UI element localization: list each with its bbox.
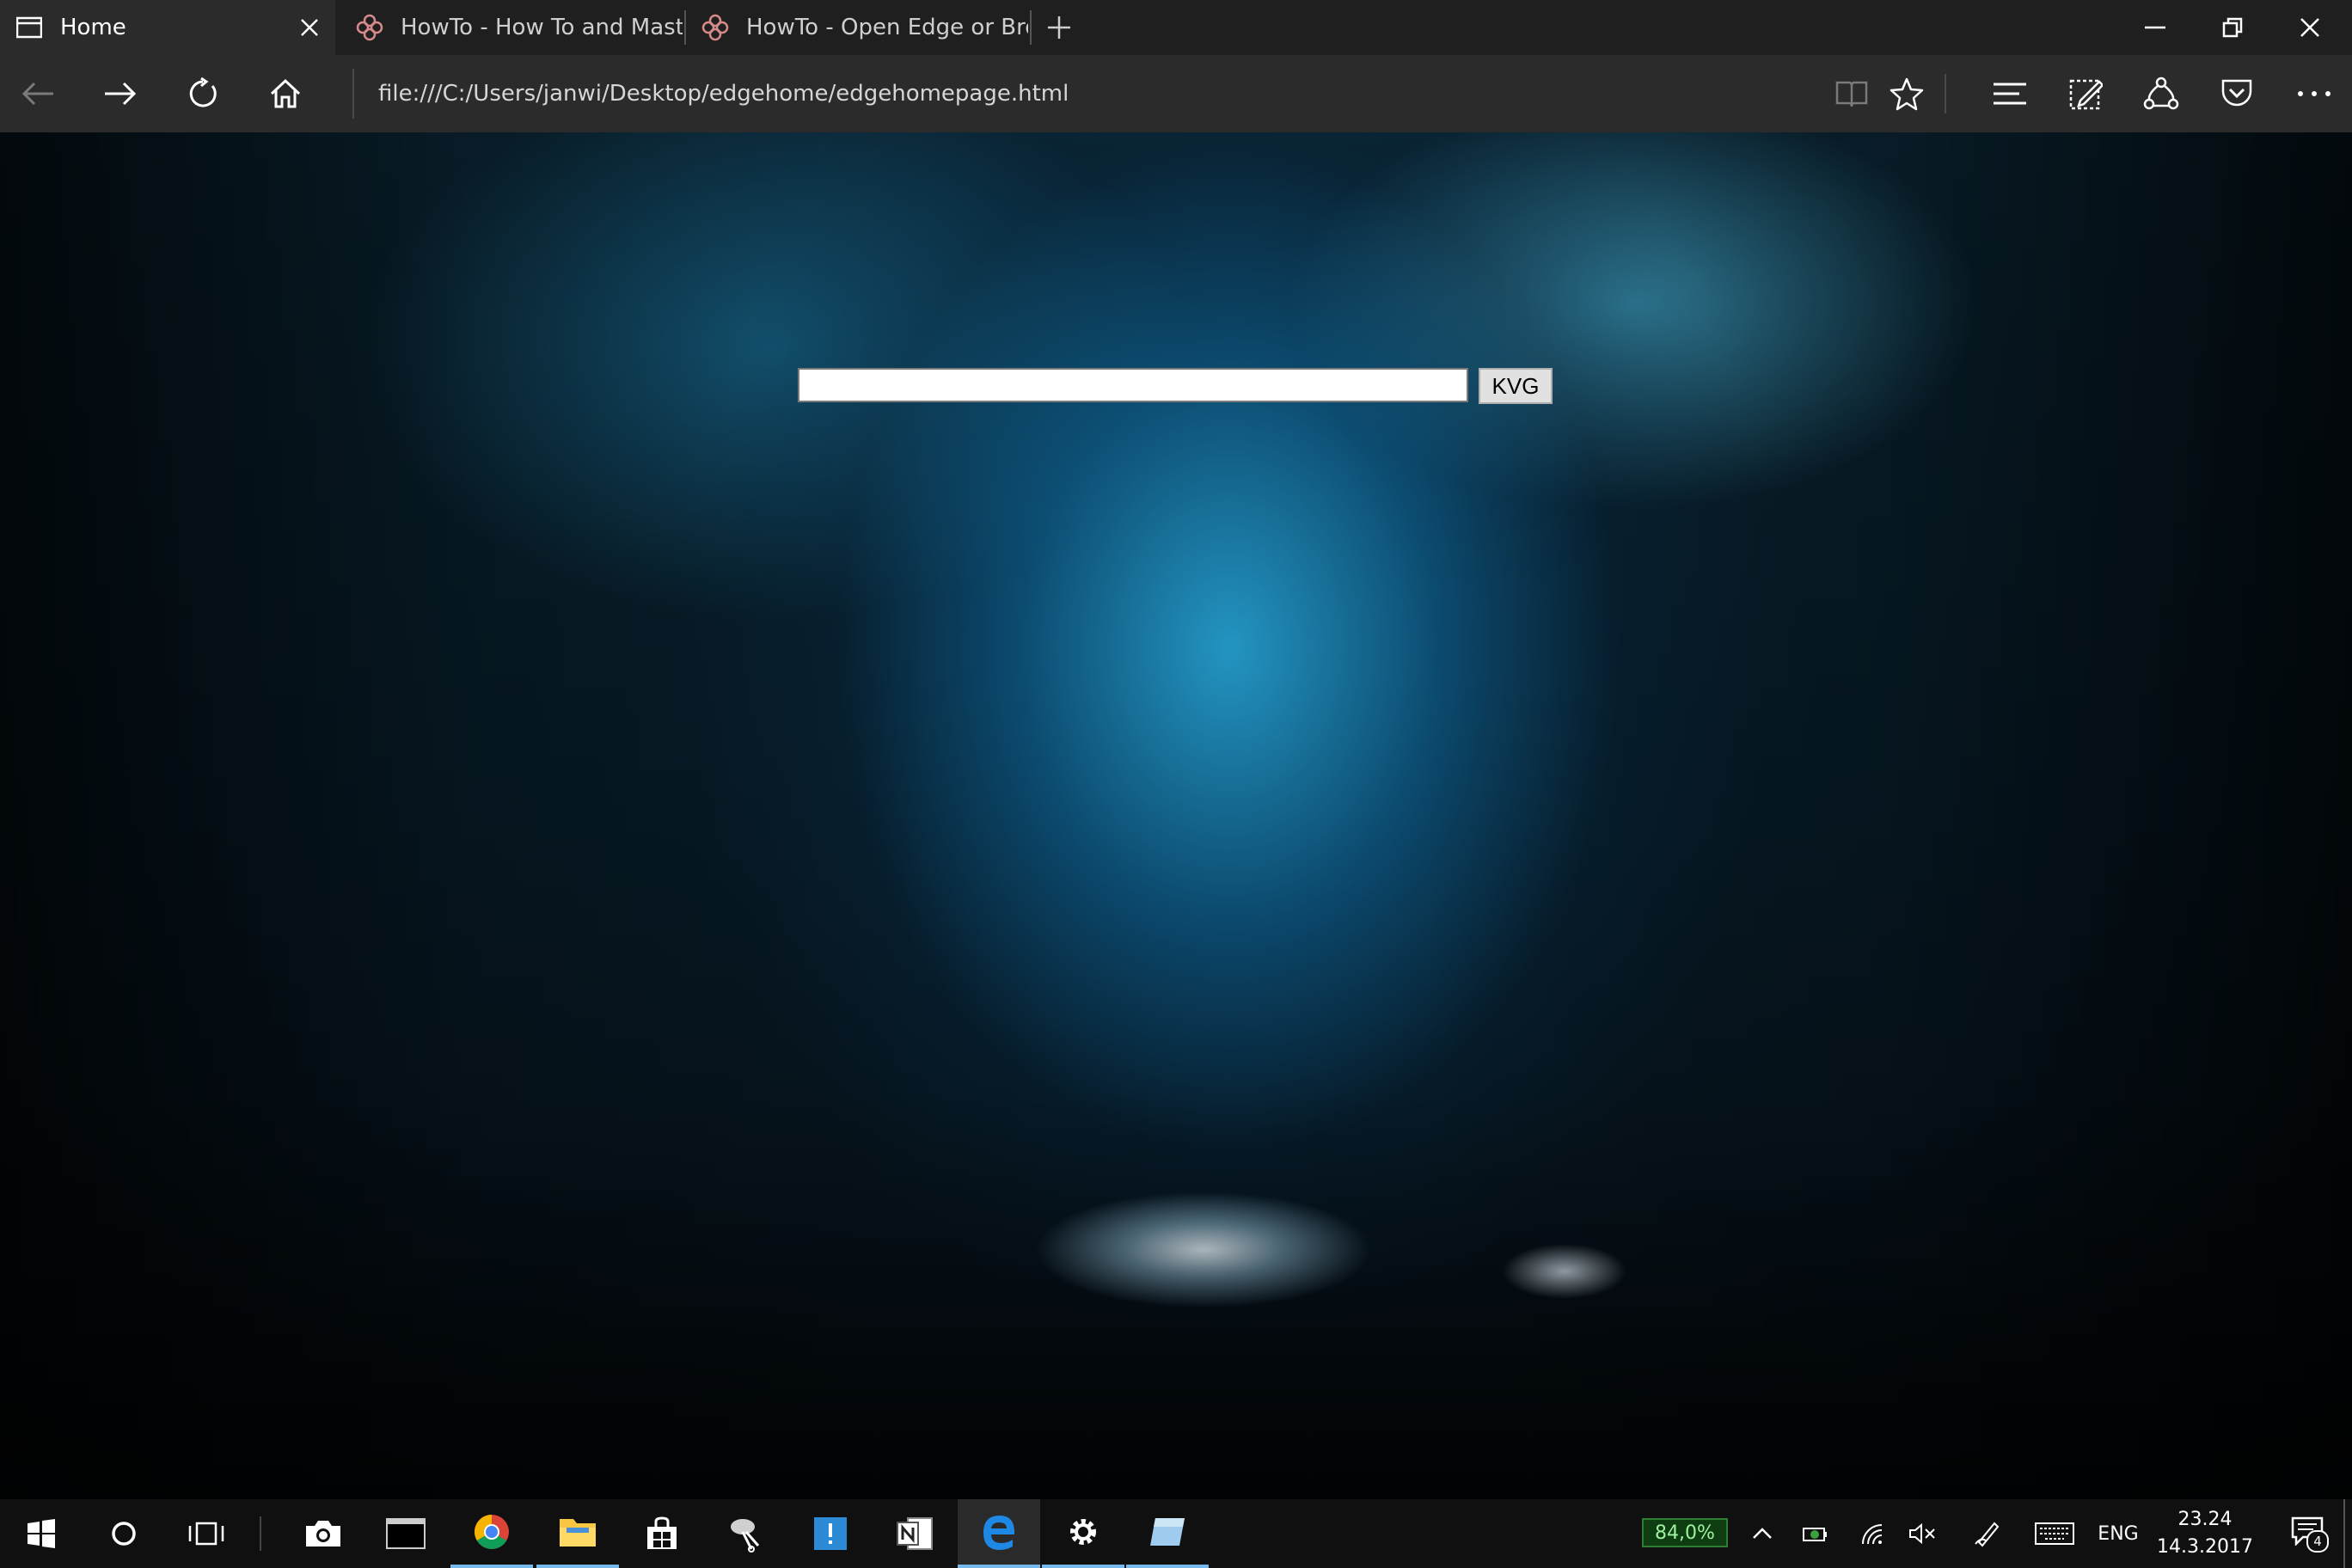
show-desktop-button[interactable] <box>2343 1499 2345 1568</box>
plus-icon <box>1048 16 1070 39</box>
settings-app-button[interactable] <box>1042 1499 1124 1568</box>
feedback-icon <box>814 1517 847 1550</box>
favorite-button[interactable] <box>1879 70 1934 118</box>
reading-view-button[interactable] <box>1824 70 1879 118</box>
address-bar[interactable]: file:///C:/Users/janwi/Desktop/edgehome/… <box>352 69 1814 119</box>
touch-keyboard-button[interactable] <box>2032 1499 2077 1568</box>
store-icon <box>647 1516 677 1549</box>
tab-divider <box>1030 10 1032 45</box>
action-center-button[interactable]: 4 <box>2278 1499 2338 1568</box>
share-button[interactable] <box>2134 70 2189 118</box>
search-input[interactable] <box>798 368 1468 402</box>
howto-icon <box>700 12 731 43</box>
minimize-button[interactable] <box>2116 0 2194 55</box>
chevron-up-icon <box>1753 1528 1772 1539</box>
start-button[interactable] <box>0 1499 83 1568</box>
tab-label: HowTo - How To and Maste <box>401 15 683 40</box>
onenote-app-button[interactable] <box>873 1499 956 1568</box>
hub-icon <box>1994 83 2026 105</box>
tab-home[interactable]: Home <box>0 0 335 55</box>
address-text: file:///C:/Users/janwi/Desktop/edgehome/… <box>378 81 1069 107</box>
chrome-app-button[interactable] <box>450 1499 533 1568</box>
terminal-icon <box>386 1518 426 1549</box>
share-icon <box>2143 77 2179 110</box>
notification-icon: 4 <box>2291 1516 2329 1553</box>
back-arrow-icon <box>21 82 53 106</box>
battery-indicator[interactable]: 84,0% <box>1642 1518 1728 1547</box>
cortana-icon <box>112 1522 136 1546</box>
edge-icon <box>983 1516 1015 1550</box>
refresh-button[interactable] <box>175 70 230 118</box>
book-icon <box>1835 81 1868 107</box>
home-button[interactable] <box>258 70 313 118</box>
keyboard-icon <box>2035 1522 2074 1545</box>
search-button[interactable]: KVG <box>1479 368 1553 404</box>
store-app-button[interactable] <box>621 1499 703 1568</box>
show-hidden-icons-button[interactable] <box>1745 1499 1779 1568</box>
windows-icon <box>28 1519 55 1548</box>
snipping-tool-button[interactable] <box>705 1499 787 1568</box>
hub-button[interactable] <box>1982 70 2037 118</box>
tab-label: Home <box>60 15 126 40</box>
close-window-button[interactable] <box>2271 0 2349 55</box>
tab-howto-2[interactable]: HowTo - Open Edge or Brov <box>686 0 1028 55</box>
pocket-icon <box>2221 79 2252 107</box>
more-button[interactable] <box>2287 70 2342 118</box>
tab-howto-1[interactable]: HowTo - How To and Maste <box>340 0 683 55</box>
navigation-toolbar: file:///C:/Users/janwi/Desktop/edgehome/… <box>0 55 2352 132</box>
cortana-button[interactable] <box>83 1499 165 1568</box>
volume-muted-icon <box>1909 1522 1935 1545</box>
scissors-icon <box>731 1519 760 1553</box>
gear-icon <box>1070 1519 1096 1545</box>
forward-button[interactable] <box>93 70 148 118</box>
camera-icon <box>306 1521 340 1547</box>
taskbar: 84,0% ENG 23.24 14.3.2017 4 <box>0 1499 2352 1568</box>
clock[interactable]: 23.24 14.3.2017 <box>2132 1506 2278 1565</box>
pen-workspace-button[interactable] <box>1969 1499 2006 1568</box>
folder-icon <box>560 1519 596 1547</box>
pen-icon <box>1975 1522 2000 1547</box>
refresh-icon <box>189 77 217 107</box>
chrome-icon <box>475 1515 509 1549</box>
wifi-icon <box>1862 1524 1883 1545</box>
task-view-button[interactable] <box>165 1499 248 1568</box>
battery-status-icon[interactable] <box>1798 1499 1833 1568</box>
terminal-app-button[interactable] <box>364 1499 447 1568</box>
file-explorer-button[interactable] <box>536 1499 619 1568</box>
new-tab-button[interactable] <box>1040 10 1078 45</box>
forward-arrow-icon <box>105 82 137 106</box>
app-window-icon <box>1150 1518 1185 1546</box>
clock-date: 14.3.2017 <box>2157 1536 2253 1558</box>
edge-app-button[interactable] <box>958 1499 1040 1568</box>
home-icon <box>270 78 301 108</box>
camera-app-button[interactable] <box>282 1499 364 1568</box>
task-view-icon <box>188 1522 224 1546</box>
pocket-button[interactable] <box>2209 70 2264 118</box>
tab-bar: Home HowTo - How To and Maste HowTo - Op… <box>0 0 2352 55</box>
battery-icon <box>1803 1528 1827 1541</box>
star-icon <box>1890 77 1924 111</box>
restore-icon <box>2222 17 2243 38</box>
clock-time: 23.24 <box>2177 1509 2233 1530</box>
feedback-app-button[interactable] <box>789 1499 872 1568</box>
onenote-icon <box>897 1517 933 1550</box>
toolbar-divider <box>1945 74 1946 113</box>
back-button[interactable] <box>10 70 65 118</box>
more-icon <box>2298 91 2331 96</box>
restore-button[interactable] <box>2194 0 2271 55</box>
close-icon <box>2300 18 2319 37</box>
app-button[interactable] <box>1126 1499 1209 1568</box>
web-note-button[interactable] <box>2058 70 2113 118</box>
wifi-icon-button[interactable] <box>1853 1499 1891 1568</box>
notification-count: 4 <box>2306 1530 2329 1553</box>
page-background: KVG <box>0 132 2352 1499</box>
taskbar-divider <box>260 1516 261 1551</box>
volume-button[interactable] <box>1903 1499 1941 1568</box>
howto-icon <box>354 12 385 43</box>
web-note-icon <box>2069 79 2103 110</box>
page-icon <box>14 12 45 43</box>
minimize-icon <box>2145 26 2165 29</box>
close-tab-icon[interactable] <box>292 10 327 45</box>
tab-label: HowTo - Open Edge or Brov <box>746 15 1028 40</box>
